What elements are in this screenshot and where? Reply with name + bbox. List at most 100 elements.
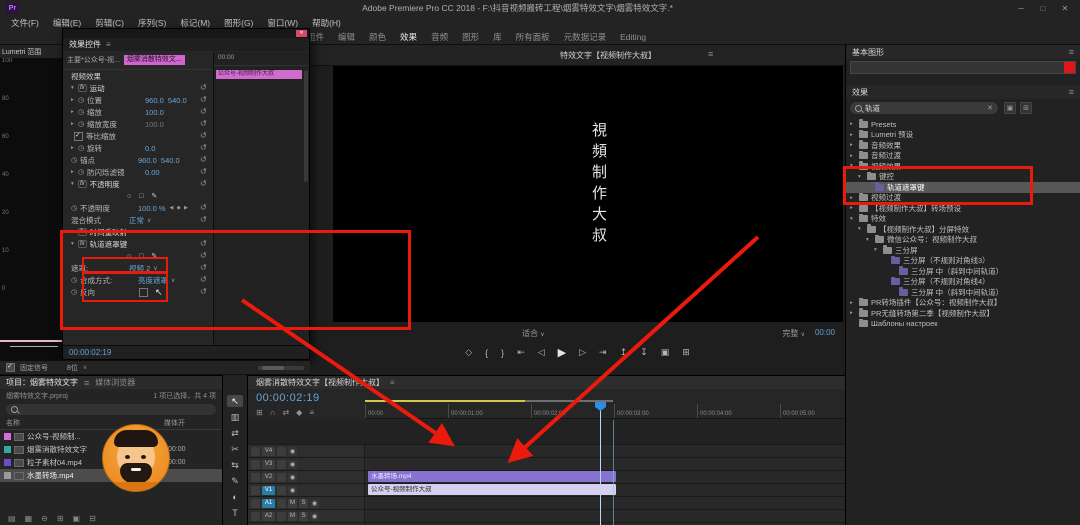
timeline-clip[interactable]: 公众号-视频制作大叔: [368, 484, 616, 495]
stopwatch-icon[interactable]: ◷: [78, 168, 87, 176]
track-output-icon[interactable]: ◉: [288, 485, 297, 495]
track-output-icon[interactable]: ◉: [288, 472, 297, 482]
expand-icon[interactable]: ▾: [71, 85, 78, 91]
workspace-tab[interactable]: 元数据记录: [557, 31, 614, 43]
step-back-icon[interactable]: ◁: [538, 347, 545, 358]
effect-parameter-row[interactable]: ▾ fx 不透明度 ↺: [63, 178, 213, 190]
new-item-icon[interactable]: ▣: [73, 514, 81, 523]
disclosure-icon[interactable]: ▾: [850, 163, 856, 169]
master-clip-label[interactable]: 主要*公众号-视...: [67, 55, 120, 65]
track-lock-icon[interactable]: [251, 511, 260, 521]
add-marker-icon[interactable]: ◆: [296, 408, 302, 417]
media-start-column-header[interactable]: 媒体开: [164, 418, 216, 428]
sync-lock-icon[interactable]: [277, 485, 286, 495]
effects-tree-item[interactable]: 三分屏（不规则对角线4）: [846, 276, 1080, 288]
parameter-value[interactable]: 0.0: [145, 144, 155, 153]
effect-parameter-row[interactable]: ▾ fx 轨道遮罩键 ↺: [63, 238, 213, 250]
disclosure-icon[interactable]: ▾: [874, 247, 880, 253]
parameter-value[interactable]: 100.0 %: [138, 204, 166, 213]
stopwatch-icon[interactable]: ◷: [78, 144, 87, 152]
go-to-out-icon[interactable]: ⇥: [599, 347, 607, 358]
effects-tree-item[interactable]: ▾ 【视频制作大叔】分屏特效: [846, 224, 1080, 235]
new-custom-bin-icon[interactable]: ▣: [1004, 102, 1016, 114]
track-output-icon[interactable]: ◉: [310, 498, 319, 508]
maximize-button[interactable]: □: [1032, 4, 1054, 13]
scope-scrollbar[interactable]: [258, 365, 304, 370]
effect-parameter-row[interactable]: ○ □ ✎: [63, 190, 213, 202]
effect-parameter-row[interactable]: ◷ 不透明度 100.0 % ◀ ◆ ▶ ↺: [63, 202, 213, 214]
stopwatch-icon[interactable]: ◷: [71, 156, 80, 164]
pen-tool[interactable]: ✎: [227, 475, 243, 487]
menu-item[interactable]: 文件(F): [4, 17, 46, 29]
extract-icon[interactable]: ↧: [640, 347, 648, 358]
track-target-button[interactable]: A1: [262, 498, 275, 508]
mark-out-icon[interactable]: }: [501, 348, 504, 358]
close-button[interactable]: ✕: [1054, 4, 1076, 13]
effect-parameter-row[interactable]: ▸ ◷ 防闪烁滤镜 0.00 ↺: [63, 166, 213, 178]
zoom-level-dropdown[interactable]: 适合 ∨: [522, 328, 545, 339]
track-output-icon[interactable]: ◉: [288, 459, 297, 469]
effects-tree-item[interactable]: ▸ Presets: [846, 119, 1080, 130]
disclosure-icon[interactable]: ▸: [850, 121, 856, 127]
reset-icon[interactable]: ↺: [200, 95, 207, 104]
selection-tool[interactable]: ↖: [227, 395, 243, 407]
menu-item[interactable]: 帮助(H): [305, 17, 348, 29]
comparison-view-icon[interactable]: ⊞: [682, 347, 690, 358]
effects-tree-item[interactable]: 三分屏 中（斜到中间轨道）: [846, 287, 1080, 298]
reset-icon[interactable]: ↺: [200, 275, 207, 284]
mini-timeline-clip[interactable]: 公众号-视频制作大叔: [216, 70, 302, 79]
dropdown-caret-icon[interactable]: ∨: [171, 277, 175, 284]
stopwatch-icon[interactable]: ◷: [71, 276, 80, 284]
playhead-timecode[interactable]: 00:00:02:19: [256, 392, 320, 404]
workspace-tab[interactable]: 颜色: [362, 31, 393, 43]
track-lock-icon[interactable]: [251, 446, 260, 456]
slip-tool[interactable]: ⇆: [227, 459, 243, 471]
new-bin-icon[interactable]: ⊞: [57, 514, 64, 523]
effects-tree-item[interactable]: 三分屏 中（斜到中间轨道）: [846, 266, 1080, 277]
type-tool[interactable]: T: [227, 507, 243, 519]
effects-tree-item[interactable]: ▸ PR无缝转场第二季【视频制作大叔】: [846, 308, 1080, 319]
delete-icon[interactable]: ⊟: [89, 514, 96, 523]
reset-icon[interactable]: ↺: [200, 239, 207, 248]
playhead-line[interactable]: [600, 402, 601, 525]
effect-parameter-row[interactable]: 等比缩放 ↺: [63, 130, 213, 142]
clamp-signal-checkbox[interactable]: [6, 362, 15, 372]
mute-button[interactable]: M: [288, 511, 297, 521]
reset-icon[interactable]: ↺: [200, 251, 207, 260]
invert-checkbox[interactable]: [139, 287, 148, 297]
expand-icon[interactable]: ▸: [71, 121, 78, 127]
effect-parameter-row[interactable]: 混合模式 正常 ∨ ↺: [63, 214, 213, 226]
disclosure-icon[interactable]: ▾: [850, 216, 856, 222]
label-color-swatch[interactable]: [4, 459, 11, 466]
expand-icon[interactable]: ▸: [71, 145, 78, 151]
label-color-swatch[interactable]: [4, 433, 11, 440]
playback-resolution-dropdown[interactable]: 完整 ∨: [782, 328, 805, 339]
effect-parameter-row[interactable]: ◷ 合成方式: 亮度遮罩 ∨ ↺: [63, 274, 213, 286]
mask-tools-icons[interactable]: ○ □ ✎: [127, 252, 160, 260]
label-color-swatch[interactable]: [4, 472, 11, 479]
solo-button[interactable]: S: [299, 498, 308, 508]
effects-panel-tab[interactable]: 效果: [852, 87, 868, 98]
reset-icon[interactable]: ↺: [200, 263, 207, 272]
effect-parameter-row[interactable]: ▸ ◷ 旋转 0.0 ↺: [63, 142, 213, 154]
effect-parameter-row[interactable]: ▸ ◷ 缩放宽度 100.0 ↺: [63, 118, 213, 130]
mute-button[interactable]: M: [288, 498, 297, 508]
reset-icon[interactable]: ↺: [200, 107, 207, 116]
reset-icon[interactable]: ↺: [200, 119, 207, 128]
effects-tree-item[interactable]: 轨道遮罩键: [846, 182, 1080, 193]
effects-tree-item[interactable]: ▾ 三分屏: [846, 245, 1080, 256]
sync-lock-icon[interactable]: [277, 511, 286, 521]
insert-overwrite-icon[interactable]: ⊞: [256, 408, 263, 417]
dropdown-caret-icon[interactable]: ∨: [153, 265, 157, 272]
parameter-value[interactable]: 正常: [129, 215, 144, 226]
expand-icon[interactable]: ▸: [71, 109, 78, 115]
mask-tools-icons[interactable]: ○ □ ✎: [127, 192, 160, 200]
lumetri-tab[interactable]: Lumetri 范围: [0, 45, 62, 58]
effect-parameter-row[interactable]: ◷ 反向 ↖ ↺: [63, 286, 213, 298]
timeline-clip[interactable]: 水墨转场.mp4: [368, 471, 616, 482]
play-icon[interactable]: ▶: [558, 346, 566, 359]
track-target-button[interactable]: A2: [262, 511, 275, 521]
fx-badge-icon[interactable]: fx: [78, 180, 87, 188]
effects-search-input[interactable]: 轨道 ✕: [850, 102, 998, 114]
track-content[interactable]: [365, 458, 845, 470]
